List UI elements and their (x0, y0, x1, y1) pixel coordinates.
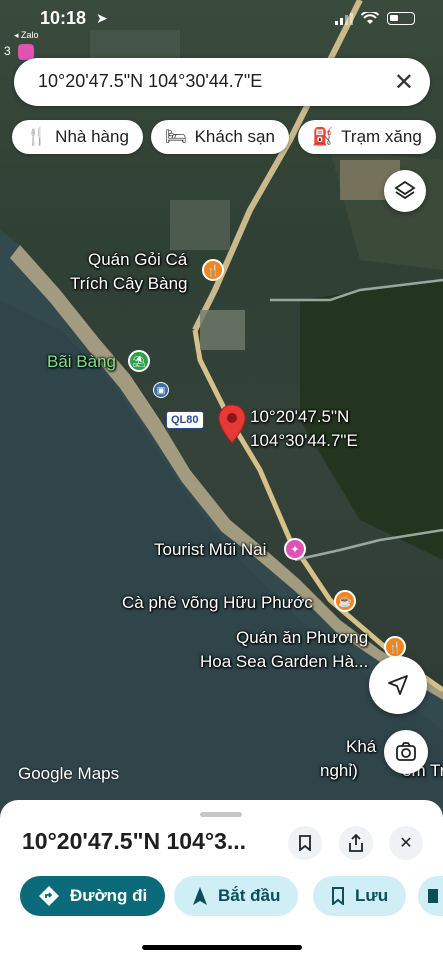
wifi-icon (361, 12, 379, 24)
system-indicators (335, 12, 415, 25)
save-button[interactable]: Lưu (313, 876, 407, 916)
bookmark-icon (332, 887, 344, 905)
place-title: 10°20'47.5"N 104°3... (22, 828, 247, 854)
place-label-quan-goi-ca[interactable]: Quán Gỏi Cá (88, 248, 187, 272)
battery-icon (387, 12, 415, 25)
bookmark-icon (299, 835, 311, 851)
restaurant-icon[interactable]: 🍴 (202, 259, 224, 281)
place-label-quan-an-line2[interactable]: Hoa Sea Garden Hà... (200, 650, 368, 674)
place-sheet[interactable]: 10°20'47.5"N 104°3... ✕ Đường đi Bắt đầu… (0, 800, 443, 959)
beach-icon[interactable]: ⛱ (128, 350, 150, 372)
home-indicator (142, 945, 302, 950)
restaurant-icon[interactable]: 🍴 (384, 636, 406, 658)
road-badge: QL80 (166, 411, 204, 429)
directions-button[interactable]: Đường đi (20, 876, 166, 916)
share-button[interactable] (339, 826, 373, 860)
status-bar: 10:18 ➤ ◂ Zalo (0, 0, 443, 41)
bus-stop-icon[interactable]: ▣ (153, 382, 169, 398)
location-arrow-icon: ➤ (96, 10, 108, 26)
notification-count: 3 (4, 44, 35, 60)
layers-icon (394, 180, 416, 200)
status-time: 10:18 (40, 8, 87, 28)
cafe-icon[interactable]: ☕ (334, 590, 356, 612)
camera-search-icon (396, 742, 416, 761)
start-button[interactable]: Bắt đầu (174, 876, 299, 916)
location-pin-icon[interactable] (218, 404, 246, 444)
signal-icon (335, 12, 353, 25)
navigation-arrow-icon (388, 675, 408, 695)
navigation-arrow-icon (193, 887, 207, 905)
search-bar[interactable]: 10°20'47.5"N 104°30'44.7"E ✕ (14, 58, 430, 106)
tour-icon[interactable]: ✦ (284, 538, 306, 560)
place-label-quan-an[interactable]: Quán ăn Phương (236, 626, 368, 650)
chip-restaurants[interactable]: 🍴 Nhà hàng (12, 120, 143, 154)
save-icon-button[interactable] (288, 826, 322, 860)
back-to-app-link[interactable]: ◂ Zalo (14, 30, 39, 41)
directions-icon (39, 886, 59, 906)
pin-label-lat: 10°20'47.5"N (250, 407, 350, 426)
place-label-khach[interactable]: Khá (346, 735, 376, 759)
close-sheet-button[interactable]: ✕ (389, 826, 423, 860)
place-label-bai-bang[interactable]: Bãi Bàng (47, 350, 116, 374)
flag-icon (428, 889, 438, 903)
place-label-quan-goi-ca-line2[interactable]: Trích Cây Bàng (70, 272, 187, 296)
fork-knife-icon: 🍴 (26, 127, 48, 146)
share-icon (349, 834, 363, 852)
place-label-tourist[interactable]: Tourist Mũi Nai (154, 538, 266, 562)
layers-button[interactable] (384, 170, 426, 212)
close-icon: ✕ (399, 835, 413, 852)
my-location-button[interactable] (369, 656, 427, 714)
more-actions-button[interactable] (418, 876, 443, 916)
place-label-khach-line2[interactable]: nghỉ) (320, 759, 358, 783)
fuel-pump-icon: ⛽ (312, 127, 334, 146)
chip-hotels[interactable]: 🛏 Khách sạn (151, 120, 289, 154)
place-label-ca-phe[interactable]: Cà phê võng Hữu Phước (122, 591, 313, 615)
bed-icon: 🛏 (165, 127, 187, 146)
pin-label-lng: 104°30'44.7"E (250, 431, 358, 450)
chip-gas-stations[interactable]: ⛽ Trạm xăng (298, 120, 436, 154)
drag-handle[interactable] (200, 812, 242, 817)
search-input[interactable]: 10°20'47.5"N 104°30'44.7"E (38, 71, 262, 92)
lens-button[interactable] (384, 730, 428, 774)
google-maps-logo: Google Maps (18, 764, 120, 783)
close-icon[interactable]: ✕ (394, 68, 414, 97)
